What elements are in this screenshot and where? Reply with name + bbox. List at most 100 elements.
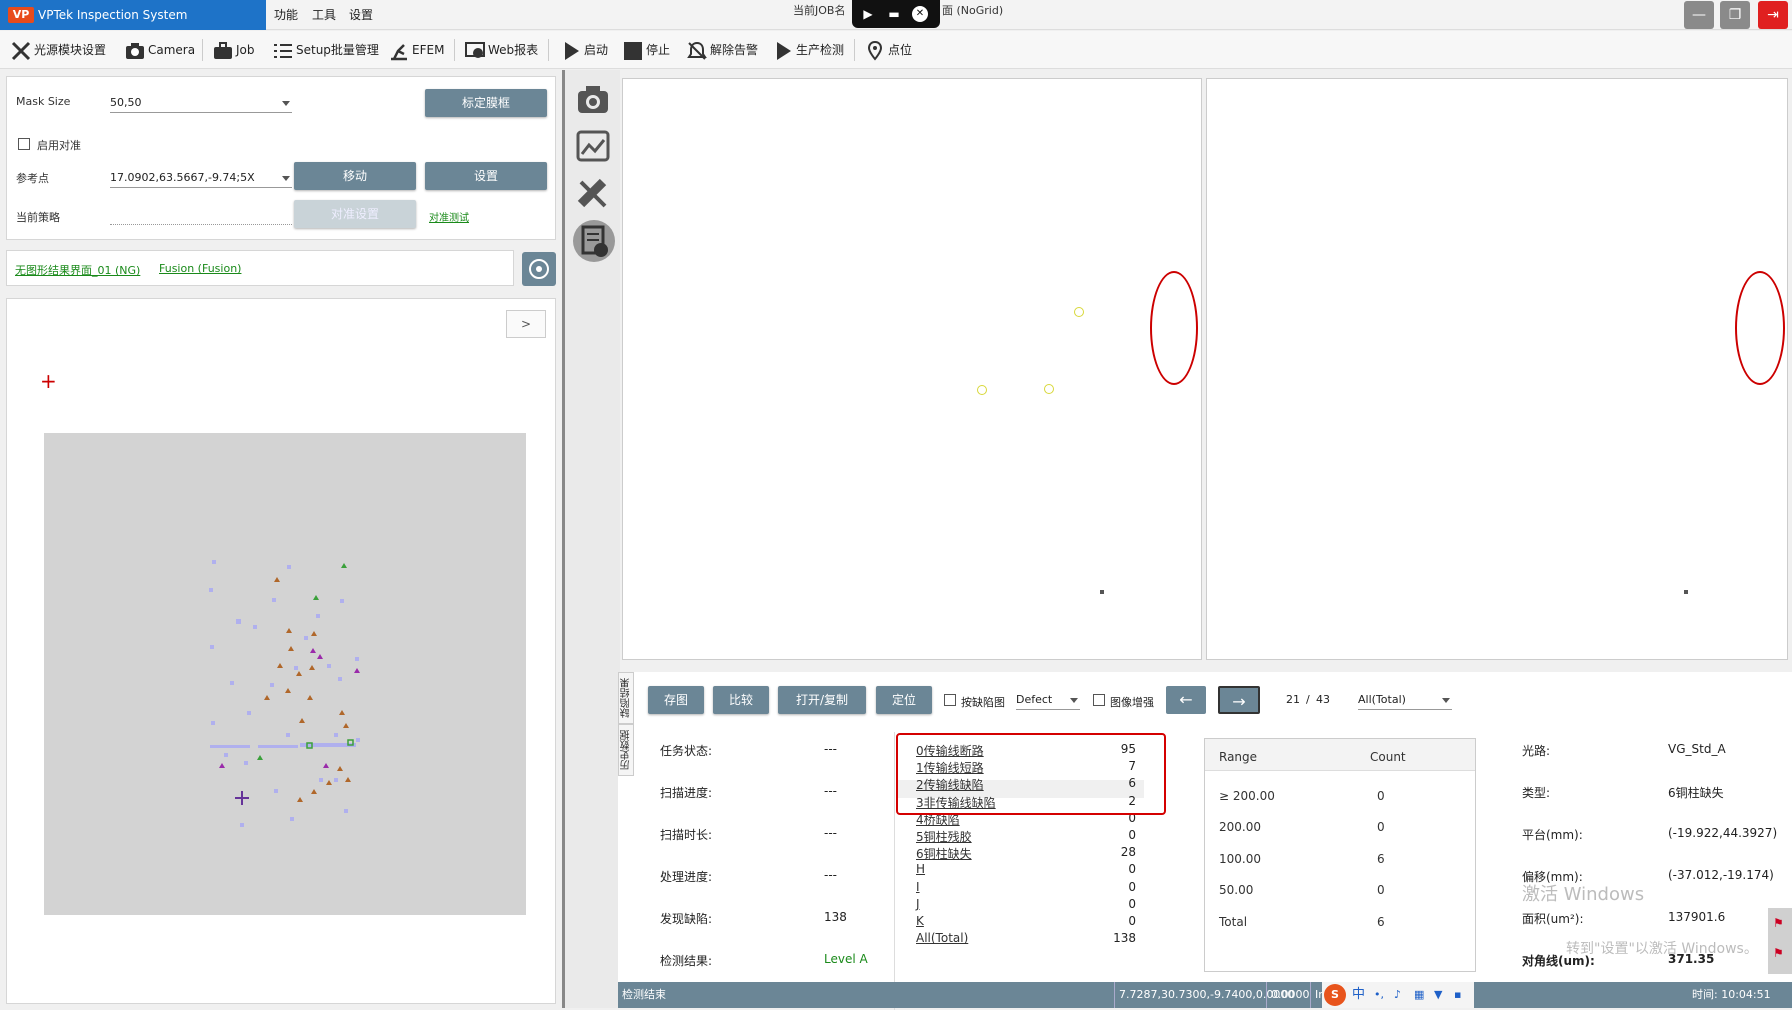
defect-type-link[interactable]: K (916, 914, 924, 928)
pin-icon[interactable]: ▶ (860, 6, 876, 22)
result-link-fusion[interactable]: Fusion (Fusion) (159, 262, 241, 275)
play-icon (565, 41, 579, 60)
area-label: 面积(um²): (1522, 912, 1584, 926)
refresh-settings-button[interactable] (522, 252, 556, 286)
position-button[interactable]: 点位 (864, 37, 912, 63)
save-image-button[interactable]: 存图 (648, 686, 704, 714)
production-check-button[interactable]: 生产检测 (772, 37, 844, 63)
ime-mode-icon[interactable]: 中 (1352, 982, 1365, 1008)
camera-button[interactable]: Camera (124, 37, 195, 63)
wafer-map[interactable] (44, 433, 526, 915)
defect-type-link[interactable]: All(Total) (916, 931, 968, 945)
tab-history[interactable]: 历史数据 (618, 724, 634, 776)
start-button[interactable]: 启动 (560, 37, 608, 63)
enhance-checkbox[interactable] (1093, 694, 1105, 706)
expand-button[interactable]: > (506, 310, 546, 338)
next-arrow-button[interactable]: → (1218, 686, 1260, 714)
setup-button[interactable]: Setup批量管理 (272, 37, 379, 63)
optical-path-value: VG_Std_A (1668, 742, 1726, 756)
flag-icon[interactable]: ⚑ (1773, 916, 1784, 930)
enable-align-checkbox[interactable] (18, 138, 30, 150)
sogou-logo-icon[interactable]: S (1324, 984, 1346, 1006)
result-link-ng[interactable]: 无图形结果界面_01 (NG) (15, 262, 140, 278)
camera-label: Camera (148, 43, 196, 57)
side-tool-bar (562, 70, 620, 1008)
open-copy-button[interactable]: 打开/复制 (778, 686, 866, 714)
image-view-right[interactable] (1206, 78, 1788, 660)
wafer-map-panel: > + (6, 298, 556, 1004)
minimize-button[interactable]: — (1684, 1, 1714, 29)
camera-icon[interactable] (573, 80, 613, 120)
task-status-label: 任务状态: (660, 744, 713, 758)
defect-type-link[interactable]: 6铜柱缺失 (916, 845, 972, 862)
clock: 时间: 10:04:51 (1692, 988, 1771, 1001)
prev-arrow-button[interactable]: ← (1166, 686, 1206, 714)
ime-toolbar: S 中 •, ♪ ▦ ▼ ▪ (1322, 982, 1474, 1008)
maximize-button[interactable]: ❐ (1720, 1, 1750, 29)
job-label-text: Job (236, 43, 255, 57)
image-chart-icon[interactable] (573, 126, 613, 166)
gear-refresh-icon (529, 259, 549, 279)
defect-type-link[interactable]: H (916, 862, 925, 876)
efem-button[interactable]: EFEM (388, 37, 444, 63)
process-progress-value: --- (824, 868, 837, 882)
watermark-hint: 转到"设置"以激活 Windows。 (1566, 941, 1758, 957)
apps-icon[interactable]: ▪ (1454, 982, 1461, 1008)
keyboard-icon[interactable]: ▦ (1414, 982, 1424, 1008)
count-cell: 0 (1377, 883, 1385, 897)
defect-type-link[interactable]: 5铜柱残胶 (916, 828, 972, 845)
set-button[interactable]: 设置 (425, 162, 547, 190)
image-view-left[interactable] (622, 78, 1202, 660)
defect-type-link[interactable]: I (916, 880, 920, 894)
microphone-icon[interactable]: ♪ (1394, 982, 1401, 1008)
defect-type-combo[interactable]: Defect (1016, 690, 1080, 710)
job-label: 当前JOB名 (793, 4, 846, 17)
compare-button[interactable]: 比较 (713, 686, 769, 714)
calibrate-frame-button[interactable]: 标定膜框 (425, 89, 547, 117)
strategy-field[interactable] (110, 205, 292, 225)
ref-point-value: 17.0902,63.5667,-9.74;5X (110, 171, 255, 184)
move-button[interactable]: 移动 (294, 162, 416, 190)
marker-dot (1044, 384, 1054, 394)
web-report-label: Web报表 (488, 43, 539, 57)
ref-point-label: 参考点 (16, 172, 49, 185)
count-total-cell: 6 (1377, 915, 1385, 929)
menu-tools[interactable]: 工具 (312, 0, 336, 30)
type-label: 类型: (1522, 786, 1551, 800)
scan-duration-label: 扫描时长: (660, 828, 713, 842)
align-test-link[interactable]: 对准测试 (429, 209, 469, 224)
stop-button[interactable]: 停止 (622, 37, 670, 63)
job-button[interactable]: Job (212, 37, 255, 63)
efem-label: EFEM (412, 43, 445, 57)
defect-type-link[interactable]: J (916, 897, 920, 911)
exit-button[interactable]: ⇥ (1758, 1, 1788, 29)
defects-found-label: 发现缺陷: (660, 912, 713, 926)
keyboard-icon[interactable]: ▬ (886, 6, 902, 22)
flag-icon[interactable]: ⚑ (1773, 946, 1784, 960)
defect-highlight-box (896, 733, 1166, 815)
mask-size-combo[interactable]: 50,50 (110, 93, 292, 113)
by-defect-checkbox[interactable] (944, 694, 956, 706)
by-defect-label: 按缺陷图 (961, 696, 1005, 709)
robot-arm-icon (391, 43, 407, 60)
speck (1100, 590, 1104, 594)
web-report-button[interactable]: Web报表 (464, 37, 538, 63)
menu-function[interactable]: 功能 (274, 0, 298, 30)
align-settings-button[interactable]: 对准设置 (294, 200, 416, 228)
count-cell: 0 (1377, 789, 1385, 803)
filter-combo[interactable]: All(Total) (1358, 690, 1452, 710)
ruler-icon[interactable] (573, 174, 613, 214)
clear-alarm-button[interactable]: 解除告警 (686, 37, 758, 63)
light-source-button[interactable]: 光源模块设置 (10, 37, 106, 63)
menu-settings[interactable]: 设置 (349, 0, 373, 30)
tab-defect-results[interactable]: 缺陷结果 (618, 672, 634, 724)
report-button[interactable] (573, 220, 615, 262)
punctuation-icon[interactable]: •, (1374, 982, 1384, 1008)
chevron-down-icon (1442, 698, 1450, 703)
defect-type-value: Defect (1016, 693, 1053, 706)
close-icon[interactable]: ✕ (912, 6, 928, 22)
app-logo: VP (8, 7, 34, 23)
ref-point-combo[interactable]: 17.0902,63.5667,-9.74;5X (110, 168, 292, 188)
shirt-icon[interactable]: ▼ (1434, 982, 1442, 1008)
locate-button[interactable]: 定位 (876, 686, 932, 714)
